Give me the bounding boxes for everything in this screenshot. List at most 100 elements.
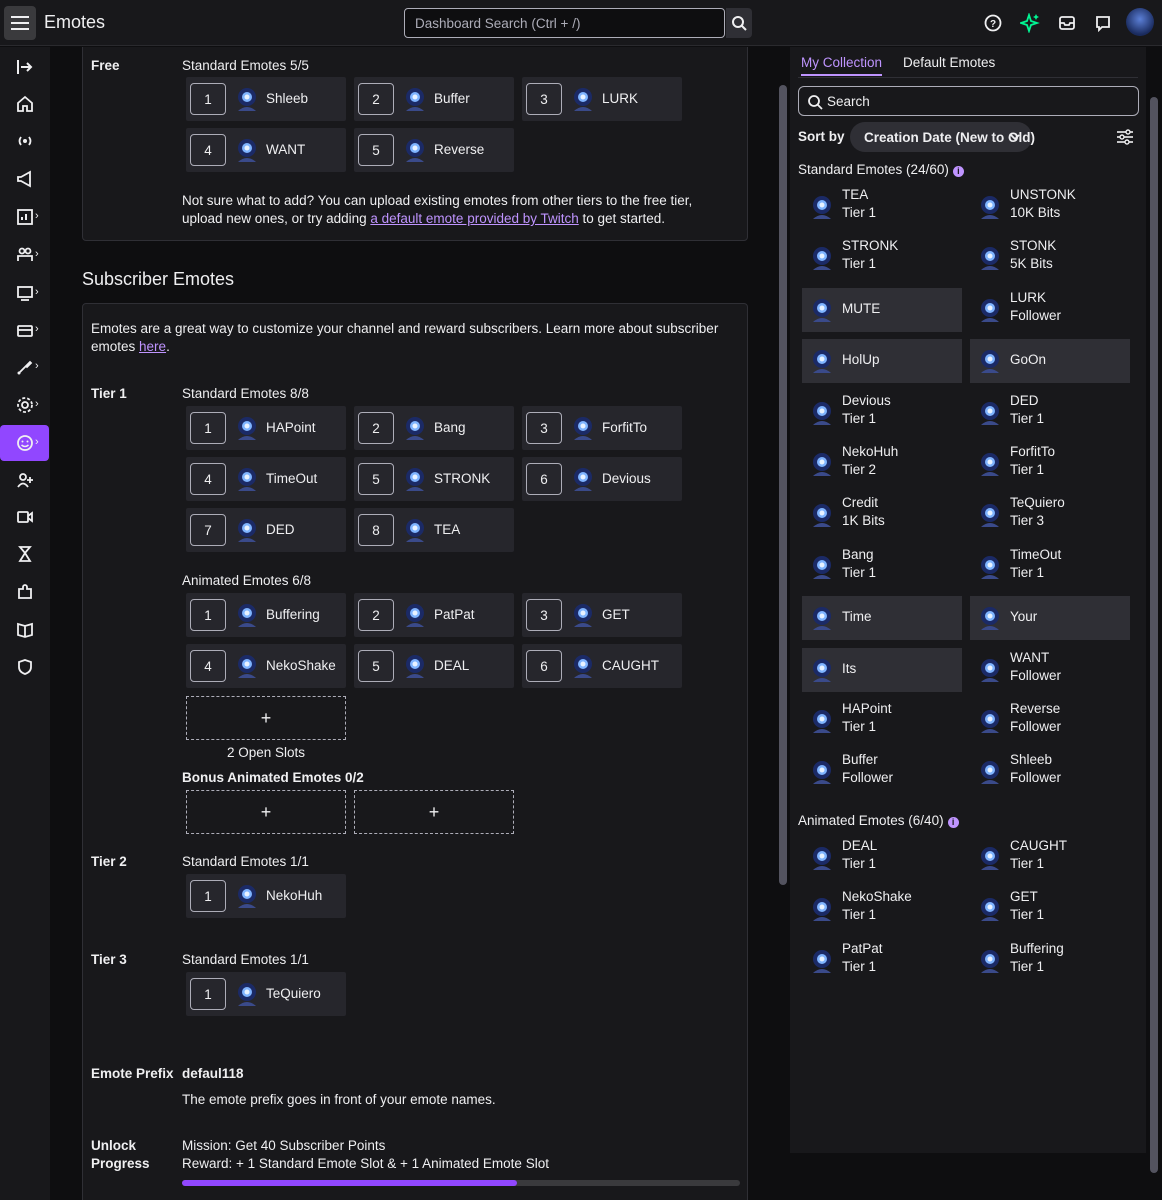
creator-tools-icon[interactable]: › (0, 349, 50, 385)
collection-emote-tile[interactable]: ForfitTo Tier 1 (970, 442, 1130, 486)
emote-tier: Tier 2 (842, 462, 877, 477)
collection-emote-tile[interactable]: Its (802, 647, 962, 692)
filter-icon[interactable] (1116, 129, 1134, 148)
emote-slot[interactable]: 3 GET (522, 593, 682, 637)
settings-icon[interactable]: › (0, 387, 50, 423)
emote-prefix-hint: The emote prefix goes in front of your e… (182, 1092, 496, 1107)
inbox-icon[interactable] (1056, 12, 1078, 34)
collection-emote-tile[interactable]: TeQuiero Tier 3 (970, 493, 1130, 537)
viewer-rewards-icon[interactable] (0, 536, 50, 572)
collection-emote-tile[interactable]: STONK 5K Bits (970, 236, 1130, 280)
help-icon[interactable]: ? (982, 12, 1004, 34)
collection-emote-tile[interactable]: Bang Tier 1 (802, 545, 962, 589)
emote-slot[interactable]: 5 Reverse (354, 128, 514, 172)
emote-slot[interactable]: 2 PatPat (354, 593, 514, 637)
collection-emote-tile[interactable]: Credit 1K Bits (802, 493, 962, 537)
emote-slot[interactable]: 6 Devious (522, 457, 682, 501)
collection-emote-tile[interactable]: DEAL Tier 1 (802, 836, 962, 880)
info-icon[interactable]: i (947, 817, 959, 828)
collection-emote-tile[interactable]: WANT Follower (970, 648, 1130, 692)
sort-dropdown[interactable]: Creation Date (New to Old) (850, 122, 1035, 152)
emotes-icon[interactable]: › (0, 425, 49, 461)
emote-tier: Tier 1 (842, 410, 877, 426)
collection-emote-tile[interactable]: TimeOut Tier 1 (970, 545, 1130, 589)
emote-slot[interactable]: 1 NekoHuh (186, 874, 346, 918)
search-button[interactable] (726, 8, 752, 38)
sparkle-icon[interactable] (1019, 12, 1041, 34)
collection-emote-tile[interactable]: LURK Follower (970, 288, 1130, 332)
emote-name: STRONK (434, 471, 491, 486)
content-icon[interactable]: › (0, 275, 50, 311)
learn-icon[interactable] (0, 611, 50, 647)
emote-name: GoOn (1010, 352, 1047, 368)
collection-emote-tile[interactable]: PatPat Tier 1 (802, 939, 962, 983)
default-emote-link[interactable]: a default emote provided by Twitch (370, 211, 578, 226)
collection-emote-tile[interactable]: Shleeb Follower (970, 750, 1130, 794)
emote-slot[interactable]: 3 LURK (522, 77, 682, 121)
collection-emote-tile[interactable]: Buffer Follower (802, 750, 962, 794)
analytics-icon[interactable]: › (0, 199, 50, 235)
collection-emote-tile[interactable]: HolUp (802, 339, 962, 384)
emote-name: HAPoint (842, 701, 892, 716)
collection-emote-tile[interactable]: Devious Tier 1 (802, 391, 962, 435)
collection-emote-tile[interactable]: UNSTONK 10K Bits (970, 185, 1130, 229)
emote-slot[interactable]: 4 NekoShake (186, 644, 346, 688)
tab-my-collection[interactable]: My Collection (801, 55, 883, 76)
emote-slot[interactable]: 5 STRONK (354, 457, 514, 501)
tab-default-emotes[interactable]: Default Emotes (903, 55, 995, 70)
emote-slot[interactable]: 7 DED (186, 508, 346, 552)
emote-slot[interactable]: 4 TimeOut (186, 457, 346, 501)
collapse-icon[interactable] (0, 49, 50, 85)
monetization-icon[interactable]: › (0, 312, 50, 348)
collection-emote-tile[interactable]: CAUGHT Tier 1 (970, 836, 1130, 880)
safety-icon[interactable] (0, 649, 50, 685)
collection-emote-tile[interactable]: HAPoint Tier 1 (802, 699, 962, 743)
collection-emote-tile[interactable]: MUTE (802, 287, 962, 332)
tier3-label: Tier 3 (91, 952, 127, 967)
info-icon[interactable]: i (952, 166, 964, 177)
collection-search-input[interactable]: Search (798, 86, 1139, 116)
collection-emote-tile[interactable]: TEA Tier 1 (802, 185, 962, 229)
collection-emote-tile[interactable]: GET Tier 1 (970, 887, 1130, 931)
emote-slot[interactable]: 1 HAPoint (186, 406, 346, 450)
collection-emote-tile[interactable]: NekoHuh Tier 2 (802, 442, 962, 486)
emote-name: Shleeb (1010, 752, 1053, 768)
collection-emote-tile[interactable]: Your (970, 596, 1130, 641)
add-bonus-emote-slot[interactable]: + (354, 790, 514, 834)
promote-icon[interactable] (0, 161, 50, 197)
home-icon[interactable] (0, 86, 50, 122)
free-hint-line2: upload new ones, or try adding (182, 211, 371, 226)
emote-slot[interactable]: 2 Bang (354, 406, 514, 450)
emote-slot[interactable]: 8 TEA (354, 508, 514, 552)
collaborate-icon[interactable] (0, 462, 50, 498)
collection-emote-tile[interactable]: GoOn (970, 339, 1130, 384)
emote-slot[interactable]: 6 CAUGHT (522, 644, 682, 688)
dashboard-search-input[interactable]: Dashboard Search (Ctrl + /) (404, 8, 725, 38)
extensions-icon[interactable] (0, 574, 50, 610)
community-icon[interactable]: › (0, 237, 50, 273)
emote-slot[interactable]: 4 WANT (186, 128, 346, 172)
collection-emote-tile[interactable]: Time (802, 596, 962, 641)
video-icon[interactable] (0, 499, 50, 535)
add-animated-emote-slot[interactable]: + (186, 696, 346, 740)
collection-emote-tile[interactable]: Reverse Follower (970, 699, 1130, 743)
avatar[interactable] (1126, 8, 1154, 36)
menu-icon[interactable] (4, 6, 36, 40)
main-scrollbar[interactable] (779, 85, 787, 885)
collection-emote-tile[interactable]: STRONK Tier 1 (802, 236, 962, 280)
stream-icon[interactable] (0, 123, 50, 159)
emote-slot[interactable]: 2 Buffer (354, 77, 514, 121)
emote-slot[interactable]: 3 ForfitTo (522, 406, 682, 450)
emote-slot[interactable]: 5 DEAL (354, 644, 514, 688)
emote-slot[interactable]: 1 Shleeb (186, 77, 346, 121)
whispers-icon[interactable] (1092, 12, 1114, 34)
collection-scrollbar[interactable] (1150, 97, 1158, 1173)
add-bonus-emote-slot[interactable]: + (186, 790, 346, 834)
left-sidebar: › › › › › › › (0, 47, 50, 1200)
learn-more-link[interactable]: here (139, 339, 166, 354)
emote-slot[interactable]: 1 TeQuiero (186, 972, 346, 1016)
collection-emote-tile[interactable]: DED Tier 1 (970, 391, 1130, 435)
collection-emote-tile[interactable]: Buffering Tier 1 (970, 939, 1130, 983)
emote-slot[interactable]: 1 Buffering (186, 593, 346, 637)
collection-emote-tile[interactable]: NekoShake Tier 1 (802, 887, 962, 931)
